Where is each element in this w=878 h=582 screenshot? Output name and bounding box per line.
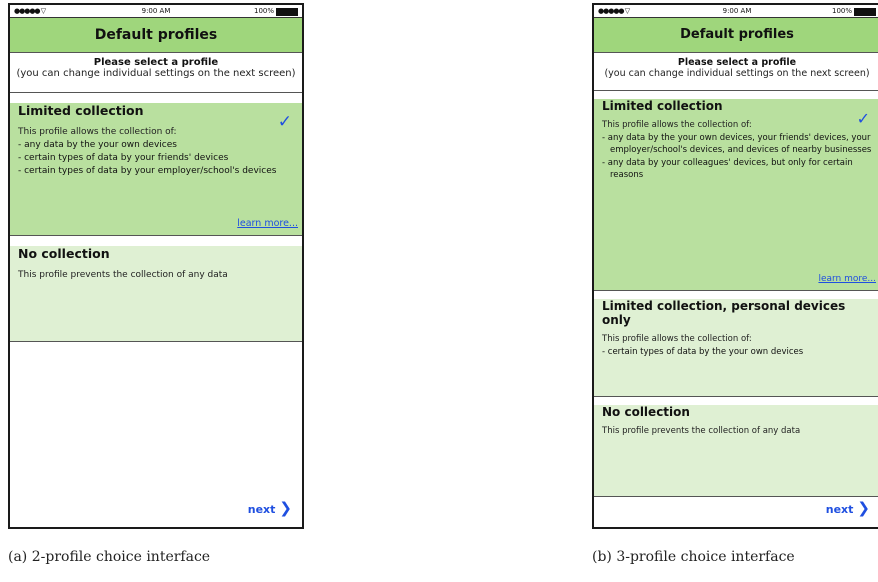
profile-intro: This profile allows the collection of: <box>602 120 752 130</box>
phone-screen-a: ●●●●● ▽ 9:00 AM 100% Default profiles Pl… <box>8 3 304 529</box>
next-button[interactable]: next ❯ <box>248 499 292 517</box>
battery-icon <box>276 8 298 16</box>
profile-option-no-collection[interactable]: No collection This profile prevents the … <box>10 246 302 342</box>
profile-bullet: - certain types of data by your friends'… <box>18 153 229 163</box>
nav-title: Default profiles <box>594 18 878 53</box>
learn-more-link[interactable]: learn more... <box>818 274 876 284</box>
prompt-subtext: (you can change individual settings on t… <box>604 68 870 79</box>
check-icon: ✓ <box>277 112 292 132</box>
nav-title: Default profiles <box>10 18 302 53</box>
profile-option-no-collection[interactable]: No collection This profile prevents the … <box>594 405 878 497</box>
status-bar: ●●●●● ▽ 9:00 AM 100% <box>594 5 878 18</box>
battery-percent: 100% <box>253 7 274 15</box>
next-label: next <box>825 503 854 516</box>
profile-bullet: - any data by the your own devices <box>18 140 177 150</box>
profile-option-limited-collection[interactable]: Limited collection ✓ This profile allows… <box>594 99 878 291</box>
profile-intro: This profile allows the collection of: <box>18 127 177 137</box>
profile-intro: This profile prevents the collection of … <box>18 270 228 280</box>
battery-icon <box>854 8 876 16</box>
chevron-right-icon: ❯ <box>857 499 870 517</box>
select-profile-prompt: Please select a profile (you can change … <box>10 53 302 93</box>
profile-intro: This profile allows the collection of: <box>602 334 752 344</box>
battery-percent: 100% <box>831 7 852 15</box>
check-icon: ✓ <box>856 109 870 128</box>
phone-screen-b: ●●●●● ▽ 9:00 AM 100% Default profiles Pl… <box>592 3 878 529</box>
profile-bullet: - any data by your colleagues' devices, … <box>602 157 853 181</box>
next-label: next <box>247 503 276 516</box>
status-bar: ●●●●● ▽ 9:00 AM 100% <box>10 5 302 18</box>
prompt-subtext: (you can change individual settings on t… <box>16 68 296 79</box>
caption-b: (b) 3-profile choice interface <box>592 549 795 565</box>
profile-title: Limited collection <box>602 99 723 113</box>
profile-title: Limited collection, personal devices onl… <box>602 299 846 327</box>
profile-option-personal-devices-only[interactable]: Limited collection, personal devices onl… <box>594 299 878 397</box>
profile-title: No collection <box>18 246 110 261</box>
profile-intro: This profile prevents the collection of … <box>602 426 801 436</box>
profile-title: No collection <box>602 405 690 419</box>
chevron-right-icon: ❯ <box>279 499 292 517</box>
next-button[interactable]: next ❯ <box>826 499 870 517</box>
profile-title: Limited collection <box>18 103 144 118</box>
learn-more-link[interactable]: learn more... <box>237 218 298 229</box>
profile-bullet: - certain types of data by the your own … <box>602 346 804 357</box>
select-profile-prompt: Please select a profile (you can change … <box>594 53 878 91</box>
profile-option-limited-collection[interactable]: Limited collection ✓ This profile allows… <box>10 103 302 236</box>
profile-bullet: - any data by the your own devices, your… <box>602 132 872 156</box>
profile-bullets: - certain types of data by the your own … <box>602 346 872 359</box>
profile-bullet: - certain types of data by your employer… <box>18 166 277 176</box>
prompt-heading: Please select a profile <box>93 57 219 68</box>
profile-bullets: - any data by the your own devices - cer… <box>18 139 294 178</box>
prompt-heading: Please select a profile <box>677 57 797 68</box>
caption-a: (a) 2-profile choice interface <box>8 549 211 565</box>
profile-bullets: - any data by the your own devices, your… <box>602 132 872 182</box>
